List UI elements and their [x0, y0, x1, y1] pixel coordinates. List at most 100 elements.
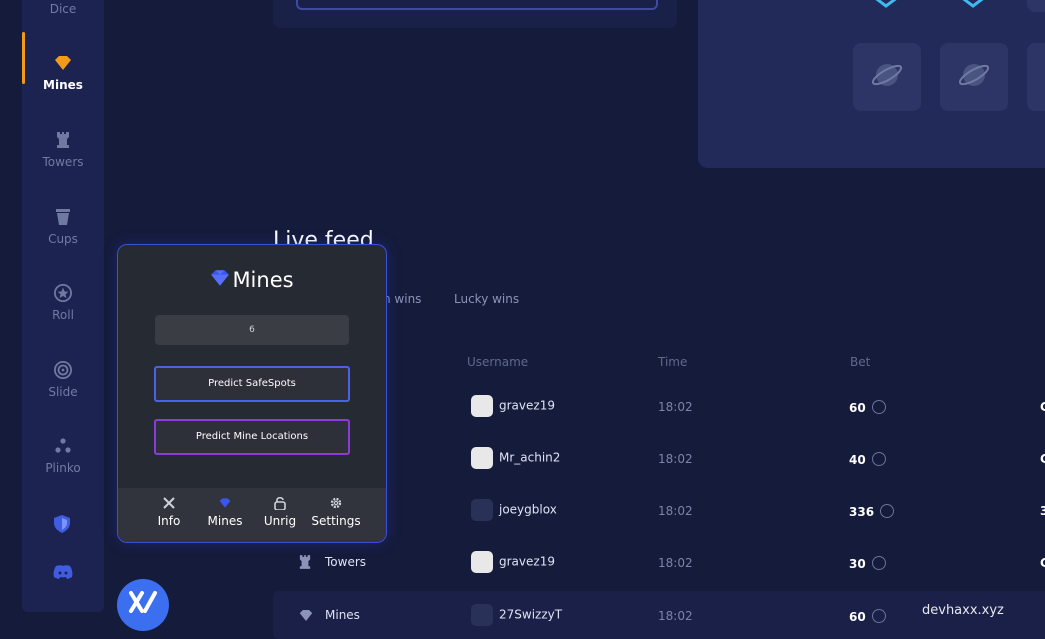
table-row: Mr_achin2 18:02 40 C — [273, 435, 1045, 483]
tools-icon — [143, 494, 195, 512]
predict-mine-locations-button[interactable]: Predict Mine Locations — [154, 419, 350, 455]
diamond-icon — [54, 54, 72, 72]
bet-value: 336 — [849, 505, 875, 519]
tab-label: Unrig — [263, 514, 297, 528]
nav-cups[interactable]: Cups — [22, 180, 104, 246]
app-logo-button[interactable] — [117, 579, 169, 631]
coin-icon — [871, 556, 886, 570]
discord-icon[interactable] — [53, 564, 73, 583]
mine-count-input[interactable]: 6 — [155, 315, 349, 345]
tower-icon — [54, 131, 72, 149]
game-cell: Towers — [299, 555, 366, 572]
bet-value: 40 — [849, 453, 866, 467]
gear-icon — [310, 494, 362, 512]
username: joeygblox — [499, 502, 557, 517]
username: gravez19 — [499, 398, 555, 413]
bet-cell: 60 — [849, 609, 886, 624]
bet-cell: 30 — [849, 556, 886, 571]
popup-tab-bar: Info Mines Unrig Settings — [118, 488, 386, 542]
column-header-bet: Bet — [850, 355, 871, 369]
bet-input[interactable] — [296, 0, 658, 10]
table-row: Towers gravez19 18:02 30 C — [273, 539, 1045, 587]
username-cell[interactable]: Mr_achin2 — [471, 447, 560, 469]
time-cell: 18:02 — [658, 452, 693, 466]
coin-icon — [871, 452, 886, 466]
nav-label: Dice — [49, 2, 77, 16]
plinko-icon — [54, 437, 72, 455]
tab-unrig[interactable]: Unrig — [254, 494, 306, 528]
payout-cell: C — [1040, 556, 1045, 570]
nav-roll[interactable]: Roll — [22, 256, 104, 322]
coin-icon — [871, 609, 886, 623]
nav-label: Slide — [48, 385, 78, 399]
time-cell: 18:02 — [658, 556, 693, 570]
time-cell: 18:02 — [658, 400, 693, 414]
shield-icon[interactable] — [54, 515, 70, 537]
nav-label: Plinko — [45, 461, 81, 475]
table-row: joeygblox 18:02 336 3 — [273, 487, 1045, 535]
bet-value: 60 — [849, 610, 866, 624]
nav-mines[interactable]: Mines — [22, 26, 104, 92]
logo-icon — [128, 590, 158, 620]
target-icon — [54, 361, 72, 379]
popup-title-text: Mines — [232, 268, 294, 292]
avatar — [471, 499, 493, 521]
game-cell: Mines — [299, 608, 360, 624]
coin-icon — [880, 504, 895, 518]
coin-icon — [871, 400, 886, 414]
tab-info[interactable]: Info — [143, 494, 195, 528]
diamond-icon — [199, 494, 251, 512]
username: 27SwizzyT — [499, 607, 563, 622]
avatar — [471, 447, 493, 469]
bet-cell: 60 — [849, 400, 886, 415]
unlock-icon — [254, 494, 306, 512]
sidebar: Dice Mines Towers Cups Roll Slide Plinko — [22, 0, 104, 612]
username-cell[interactable]: joeygblox — [471, 499, 557, 521]
nav-plinko[interactable]: Plinko — [22, 409, 104, 475]
username-cell[interactable]: gravez19 — [471, 551, 555, 573]
tab-high-wins[interactable]: n wins — [383, 292, 421, 306]
column-header-username: Username — [467, 355, 529, 369]
gem-icon — [955, 0, 991, 12]
planet-icon — [957, 58, 991, 96]
nav-dice[interactable]: Dice — [22, 0, 104, 16]
tab-label: Info — [157, 514, 181, 528]
payout-cell: C — [1040, 452, 1045, 466]
tab-mines[interactable]: Mines — [199, 494, 251, 528]
username-cell[interactable]: gravez19 — [471, 395, 555, 417]
game-name: Mines — [325, 608, 360, 622]
mine-tile[interactable] — [1027, 0, 1045, 12]
time-cell: 18:02 — [658, 504, 693, 518]
mines-grid-panel — [698, 0, 1045, 168]
mine-tile[interactable] — [1027, 43, 1045, 111]
avatar — [471, 604, 493, 626]
tower-icon — [299, 555, 311, 572]
nav-label: Mines — [43, 78, 83, 92]
mines-predictor-popup: Mines 6 Predict SafeSpots Predict Mine L… — [117, 244, 387, 543]
payout-cell: 3 — [1040, 504, 1045, 518]
predict-safespots-button[interactable]: Predict SafeSpots — [154, 366, 350, 402]
tab-label: Mines — [207, 514, 243, 528]
star-circle-icon — [54, 284, 72, 302]
tab-settings[interactable]: Settings — [310, 494, 362, 528]
nav-towers[interactable]: Towers — [22, 103, 104, 169]
username: gravez19 — [499, 554, 555, 569]
nav-slide[interactable]: Slide — [22, 333, 104, 399]
nav-label: Roll — [52, 308, 74, 322]
tab-label: Settings — [311, 514, 361, 528]
diamond-icon — [210, 267, 230, 291]
cup-icon — [54, 208, 72, 226]
bet-value: 30 — [849, 557, 866, 571]
avatar — [471, 395, 493, 417]
mine-tile[interactable] — [940, 43, 1008, 111]
mine-tile[interactable] — [853, 43, 921, 111]
planet-icon — [870, 58, 904, 96]
tab-lucky-wins[interactable]: Lucky wins — [454, 292, 519, 306]
time-cell: 18:02 — [658, 609, 693, 623]
diamond-icon — [299, 610, 313, 624]
game-name: Towers — [325, 555, 367, 569]
username-cell[interactable]: 27SwizzyT — [471, 604, 562, 626]
nav-label: Towers — [42, 155, 84, 169]
avatar — [471, 551, 493, 573]
column-header-time: Time — [658, 355, 688, 369]
